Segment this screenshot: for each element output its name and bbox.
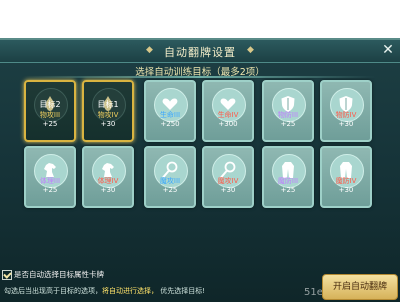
attribute-card[interactable]: 物防III +25: [262, 80, 314, 142]
card-value: +30: [220, 186, 236, 194]
attribute-card[interactable]: 目标1 物攻IV +30: [82, 80, 134, 142]
attribute-card[interactable]: 目标2 物攻III +25: [24, 80, 76, 142]
subtitle-divider: [24, 76, 376, 78]
attribute-card[interactable]: 魔防III +25: [262, 146, 314, 208]
title-bar: ◆ 自动翻牌设置 ◆ ✕: [0, 40, 400, 63]
attribute-card[interactable]: 物防IV +30: [320, 80, 372, 142]
card-name: 物防IV: [335, 111, 357, 119]
card-name: 物攻IV: [97, 111, 119, 119]
card-name: 物攻III: [39, 111, 61, 119]
attribute-card[interactable]: 体理III +25: [24, 146, 76, 208]
card-value: +25: [42, 120, 58, 128]
auto-select-label: 是否自动选择目标属性卡牌: [14, 270, 104, 279]
attribute-card[interactable]: 体理IV +30: [82, 146, 134, 208]
start-auto-flip-button[interactable]: 开启自动翻牌: [322, 274, 398, 300]
card-value: +30: [338, 186, 354, 194]
card-value: +25: [42, 186, 58, 194]
card-name: 物防III: [277, 111, 299, 119]
card-value: +300: [218, 120, 238, 128]
card-name: 生命IV: [217, 111, 239, 119]
hint-highlight: 将自动进行选择，: [102, 287, 158, 295]
title-ornament-right: ◆: [247, 45, 254, 55]
card-name: 魔防III: [277, 177, 299, 185]
card-name: 体理IV: [97, 177, 119, 185]
card-name: 魔攻IV: [217, 177, 239, 185]
card-value: +25: [280, 120, 296, 128]
hint-prefix: 勾选后当出现高于目标的选项，: [4, 287, 102, 295]
card-value: +30: [100, 186, 116, 194]
card-value: +30: [338, 120, 354, 128]
auto-flip-dialog: ◆ 自动翻牌设置 ◆ ✕ 选择自动训练目标（最多2项） 目标2 物攻III +25 目…: [0, 38, 400, 302]
card-name: 魔攻III: [159, 177, 181, 185]
auto-select-checkbox[interactable]: [2, 270, 12, 280]
attribute-card[interactable]: 魔攻IV +30: [202, 146, 254, 208]
attribute-card[interactable]: 生命IV +300: [202, 80, 254, 142]
card-name: 体理III: [39, 177, 61, 185]
footer: 是否自动选择目标属性卡牌 勾选后当出现高于目标的选项，将自动进行选择， 优先选择…: [0, 266, 400, 302]
attribute-card[interactable]: 魔防IV +30: [320, 146, 372, 208]
card-value: +250: [160, 120, 180, 128]
dialog-title: 自动翻牌设置: [164, 46, 236, 59]
hint-text: 勾选后当出现高于目标的选项，将自动进行选择， 优先选择目标!: [4, 286, 205, 296]
target-tag: 目标1: [97, 100, 119, 109]
card-value: +25: [162, 186, 178, 194]
attribute-card[interactable]: 魔攻III +25: [144, 146, 196, 208]
hint-suffix: 优先选择目标!: [158, 287, 206, 295]
attribute-card[interactable]: 生命III +250: [144, 80, 196, 142]
card-value: +25: [280, 186, 296, 194]
card-name: 生命III: [159, 111, 181, 119]
close-button[interactable]: ✕: [380, 42, 396, 58]
target-tag: 目标2: [39, 100, 61, 109]
card-name: 魔防IV: [335, 177, 357, 185]
card-value: +30: [100, 120, 116, 128]
